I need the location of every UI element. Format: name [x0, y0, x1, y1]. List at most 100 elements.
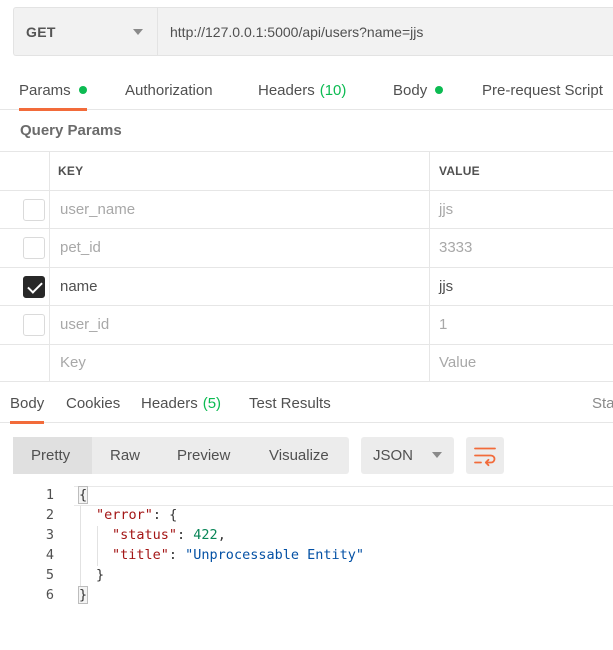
params-indicator-dot — [78, 86, 87, 94]
header-check-cell — [0, 152, 50, 190]
json-number-status: 422 — [193, 527, 218, 543]
response-headers-count: (5) — [202, 394, 222, 412]
response-tab-headers[interactable]: Headers (5) — [141, 383, 221, 423]
raw-button[interactable]: Raw — [110, 437, 140, 474]
tab-body[interactable]: Body — [393, 70, 444, 110]
param-checkbox-checked[interactable] — [23, 275, 45, 298]
response-tab-body-label: Body — [10, 394, 45, 412]
indent-guide — [97, 526, 98, 546]
indent-guide — [80, 506, 81, 526]
line-number: 6 — [45, 587, 54, 603]
indent-guide — [80, 526, 81, 546]
tab-headers-label: Headers — [258, 81, 315, 99]
method-label: GET — [26, 23, 56, 40]
code-line: 4 "title": "Unprocessable Entity" — [0, 546, 613, 566]
json-key-error: "error" — [96, 507, 153, 523]
params-header-row: KEY VALUE — [0, 151, 613, 190]
new-key-input[interactable]: Key — [60, 345, 86, 382]
check-cell — [0, 190, 50, 228]
url-input[interactable]: http://127.0.0.1:5000/api/users?name=jjs — [157, 7, 613, 56]
params-table: KEY VALUE user_name jjs pet_id 3333 name… — [0, 151, 613, 382]
response-tab-test-results-label: Test Results — [249, 394, 331, 412]
response-tabs: Body Cookies Headers (5) Test Results St… — [0, 383, 613, 424]
tab-prerequest-label: Pre-request Script — [482, 81, 603, 99]
tab-params[interactable]: Params — [19, 70, 87, 111]
indent-guide — [80, 566, 81, 586]
brace-close: } — [77, 586, 89, 604]
preview-button[interactable]: Preview — [177, 437, 230, 474]
tab-params-label: Params — [19, 81, 71, 99]
json-key-title: "title" — [112, 547, 169, 563]
param-value[interactable]: 3333 — [429, 229, 613, 267]
response-tab-cookies[interactable]: Cookies — [66, 383, 120, 423]
param-key[interactable]: pet_id — [60, 229, 101, 267]
preview-label: Preview — [177, 447, 231, 464]
response-body-editor[interactable]: 1 { 2 "error": { 3 "status": 422, 4 "tit… — [0, 486, 613, 606]
json-punct: : { — [152, 507, 178, 523]
body-indicator-dot — [435, 86, 444, 94]
format-toggle-group: Pretty Raw Preview Visualize — [13, 437, 349, 474]
indent-guide — [80, 546, 81, 566]
response-tab-body[interactable]: Body — [10, 383, 45, 424]
param-value[interactable]: jjs — [429, 267, 613, 305]
tab-prerequest-script[interactable]: Pre-request Script — [482, 70, 603, 110]
tab-authorization-label: Authorization — [125, 81, 213, 99]
key-column-header: KEY — [58, 163, 84, 178]
query-params-title: Query Params — [20, 122, 122, 139]
line-number: 3 — [45, 527, 54, 543]
code-line: 2 "error": { — [0, 506, 613, 526]
wrap-lines-button[interactable] — [466, 437, 504, 474]
new-value-input[interactable]: Value — [429, 344, 613, 381]
param-checkbox[interactable] — [23, 198, 45, 221]
param-row: name jjs — [0, 266, 613, 306]
param-value[interactable]: 1 — [429, 306, 613, 344]
chevron-down-icon — [432, 452, 442, 458]
check-cell — [0, 344, 50, 381]
param-checkbox[interactable] — [23, 237, 45, 259]
line-number: 5 — [45, 567, 54, 583]
pretty-button[interactable]: Pretty — [13, 437, 92, 474]
visualize-button[interactable]: Visualize — [269, 437, 329, 474]
language-label: JSON — [373, 447, 414, 464]
request-tabs: Params Authorization Headers (10) Body P… — [0, 70, 613, 111]
raw-label: Raw — [110, 447, 141, 464]
language-select[interactable]: JSON — [361, 437, 454, 474]
wrap-lines-icon — [474, 447, 496, 467]
visualize-label: Visualize — [269, 447, 329, 464]
line-number: 1 — [45, 487, 54, 503]
code-line: 6 } — [0, 586, 613, 606]
response-status-label: Sta — [592, 394, 613, 412]
tab-headers[interactable]: Headers (10) — [258, 70, 346, 110]
param-key[interactable]: user_id — [60, 306, 109, 344]
line-number: 2 — [45, 507, 54, 523]
brace-open: { — [77, 486, 89, 504]
check-cell — [0, 306, 50, 344]
line-number: 4 — [45, 547, 54, 563]
json-string-title: "Unprocessable Entity" — [185, 547, 364, 563]
tab-authorization[interactable]: Authorization — [125, 70, 213, 110]
response-tab-cookies-label: Cookies — [66, 394, 121, 412]
param-key[interactable]: user_name — [60, 191, 135, 229]
param-value[interactable]: jjs — [429, 190, 613, 228]
response-tab-headers-label: Headers — [141, 394, 198, 412]
brace-close-inner: } — [96, 567, 105, 583]
method-select[interactable]: GET — [13, 7, 157, 56]
code-line: 5 } — [0, 566, 613, 586]
param-row: user_name jjs — [0, 189, 613, 229]
param-row: user_id 1 — [0, 305, 613, 344]
check-cell — [0, 267, 50, 305]
pretty-label: Pretty — [31, 447, 71, 464]
headers-count: (10) — [319, 81, 347, 99]
check-cell — [0, 229, 50, 267]
param-row: pet_id 3333 — [0, 228, 613, 267]
response-status: Sta — [592, 383, 613, 423]
param-key[interactable]: name — [60, 268, 98, 306]
code-line: 3 "status": 422, — [0, 526, 613, 546]
active-line-highlight — [74, 486, 613, 506]
value-column-header: VALUE — [429, 152, 613, 190]
new-param-row: Key Value — [0, 343, 613, 382]
indent-guide — [97, 546, 98, 566]
param-checkbox[interactable] — [23, 314, 45, 336]
response-tab-test-results[interactable]: Test Results — [249, 383, 331, 423]
chevron-down-icon — [133, 29, 143, 35]
